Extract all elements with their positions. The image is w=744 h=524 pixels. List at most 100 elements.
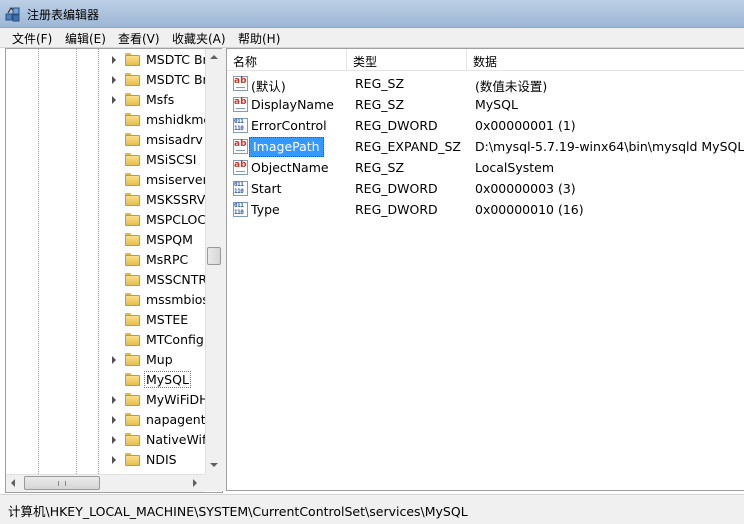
scroll-corner <box>205 474 222 491</box>
tree-item[interactable]: NDIS <box>6 450 206 470</box>
tree-item[interactable]: Msfs <box>6 90 206 110</box>
tree-item-label: NDIS <box>146 452 177 467</box>
tree-vertical-scrollbar[interactable] <box>205 49 222 474</box>
tree-item-label: MTConfig <box>146 332 204 347</box>
window-title: 注册表编辑器 <box>27 8 100 22</box>
tree-item-label: mssmbios <box>146 292 209 307</box>
expand-arrow-icon[interactable] <box>112 436 116 444</box>
expand-arrow-icon[interactable] <box>112 76 116 84</box>
menu-file[interactable]: 文件(F) <box>10 30 54 47</box>
value-row[interactable]: (默认) REG_SZ (数值未设置) <box>227 73 744 94</box>
tree-item[interactable]: msiserver <box>6 170 208 190</box>
scroll-left-icon[interactable] <box>11 479 15 487</box>
tree-item-label: Mup <box>146 352 173 367</box>
column-header-label: 名称 <box>233 55 258 69</box>
string-value-icon <box>233 76 248 91</box>
value-name: Type <box>251 202 280 217</box>
expand-arrow-icon[interactable] <box>112 56 116 64</box>
value-row[interactable]: Type REG_DWORD 0x00000010 (16) <box>227 199 744 220</box>
menu-view[interactable]: 查看(V) <box>116 30 162 47</box>
expand-arrow-icon[interactable] <box>112 96 116 104</box>
tree-item[interactable]: Mup <box>6 350 206 370</box>
tree-item-label: MySQL <box>144 371 191 388</box>
column-header-data[interactable]: 数据 <box>467 49 744 71</box>
string-value-icon <box>233 139 248 154</box>
value-data: LocalSystem <box>475 160 555 175</box>
expand-arrow-icon[interactable] <box>112 416 116 424</box>
folder-icon <box>125 153 140 166</box>
scroll-thumb[interactable] <box>24 476 100 490</box>
folder-icon <box>125 253 140 266</box>
folder-icon <box>125 273 140 286</box>
values-list[interactable]: 名称 类型 数据 (默认) REG_SZ (数值未设置) DisplayName REG… <box>226 48 744 491</box>
menu-edit[interactable]: 编辑(E) <box>63 30 108 47</box>
tree-item[interactable]: MSSCNTR <box>6 270 208 290</box>
tree-item[interactable]: msisadrv <box>6 130 206 150</box>
tree-item[interactable]: MTConfig <box>6 330 206 350</box>
expand-arrow-icon[interactable] <box>112 396 116 404</box>
current-key-path: 计算机\HKEY_LOCAL_MACHINE\SYSTEM\CurrentCon… <box>8 504 468 519</box>
folder-icon <box>125 233 140 246</box>
scroll-up-icon[interactable] <box>210 55 218 59</box>
tree-item-label: NativeWif <box>146 432 207 447</box>
column-header-type[interactable]: 类型 <box>347 49 467 71</box>
tree-item[interactable]: mssmbios <box>6 290 209 310</box>
value-name: ImagePath <box>249 137 324 157</box>
tree-item[interactable]: MSPQM <box>6 230 206 250</box>
folder-icon <box>125 173 140 186</box>
folder-icon <box>125 413 140 426</box>
tree-item-label: msisadrv <box>146 132 203 147</box>
binary-value-icon <box>233 202 248 217</box>
binary-value-icon <box>233 181 248 196</box>
tree-item-label: MSDTC Br <box>146 52 208 67</box>
folder-icon <box>125 433 140 446</box>
folder-icon <box>125 353 140 366</box>
tree-item[interactable]: MSPCLOC <box>6 210 206 230</box>
value-type: REG_EXPAND_SZ <box>355 139 461 154</box>
value-row[interactable]: ErrorControl REG_DWORD 0x00000001 (1) <box>227 115 744 136</box>
folder-icon <box>125 373 140 386</box>
tree-item-label: MSSCNTR <box>146 272 208 287</box>
scroll-thumb[interactable] <box>207 247 221 265</box>
tree-item[interactable]: MySQL <box>6 370 206 390</box>
registry-tree[interactable]: MSDTC Br MSDTC Br Msfs mshidkmc msisadrv MSiS… <box>5 48 223 493</box>
tree-item[interactable]: MSDTC Br <box>6 50 208 70</box>
value-row[interactable]: DisplayName REG_SZ MySQL <box>227 94 744 115</box>
tree-horizontal-scrollbar[interactable] <box>6 474 205 492</box>
folder-icon <box>125 313 140 326</box>
grip-icon <box>58 481 66 486</box>
tree-item-label: napagent <box>146 412 206 427</box>
expand-arrow-icon[interactable] <box>112 456 116 464</box>
tree-item[interactable]: MSDTC Br <box>6 70 208 90</box>
value-type: REG_DWORD <box>355 202 438 217</box>
tree-item[interactable]: MSKSSRV <box>6 190 206 210</box>
folder-icon <box>125 213 140 226</box>
tree-item-label: msiserver <box>146 172 208 187</box>
tree-item[interactable]: MSiSCSI <box>6 150 206 170</box>
menu-help[interactable]: 帮助(H) <box>236 30 282 47</box>
tree-item[interactable]: napagent <box>6 410 206 430</box>
value-row[interactable]: Start REG_DWORD 0x00000003 (3) <box>227 178 744 199</box>
tree-item[interactable]: MsRPC <box>6 250 206 270</box>
folder-icon <box>125 133 140 146</box>
value-row[interactable]: ImagePath REG_EXPAND_SZ D:\mysql-5.7.19-wi… <box>227 136 744 157</box>
status-bar: 计算机\HKEY_LOCAL_MACHINE\SYSTEM\CurrentCon… <box>0 494 744 524</box>
expand-arrow-icon[interactable] <box>112 356 116 364</box>
binary-value-icon <box>233 118 248 133</box>
menu-favorites[interactable]: 收藏夹(A) <box>170 30 228 47</box>
title-bar[interactable]: 注册表编辑器 <box>0 0 744 28</box>
folder-icon <box>125 73 140 86</box>
tree-item-label: mshidkmc <box>146 112 211 127</box>
tree-item[interactable]: NativeWif <box>6 430 206 450</box>
tree-item[interactable]: MyWiFiDH <box>6 390 209 410</box>
string-value-icon <box>233 97 248 112</box>
scroll-down-icon[interactable] <box>210 463 218 467</box>
tree-item[interactable]: mshidkmc <box>6 110 210 130</box>
value-data: MySQL <box>475 97 518 112</box>
value-row[interactable]: ObjectName REG_SZ LocalSystem <box>227 157 744 178</box>
column-header-name[interactable]: 名称 <box>227 49 347 71</box>
folder-icon <box>125 293 140 306</box>
tree-item[interactable]: MSTEE <box>6 310 206 330</box>
scroll-right-icon[interactable] <box>193 479 197 487</box>
column-header-label: 数据 <box>473 55 498 69</box>
